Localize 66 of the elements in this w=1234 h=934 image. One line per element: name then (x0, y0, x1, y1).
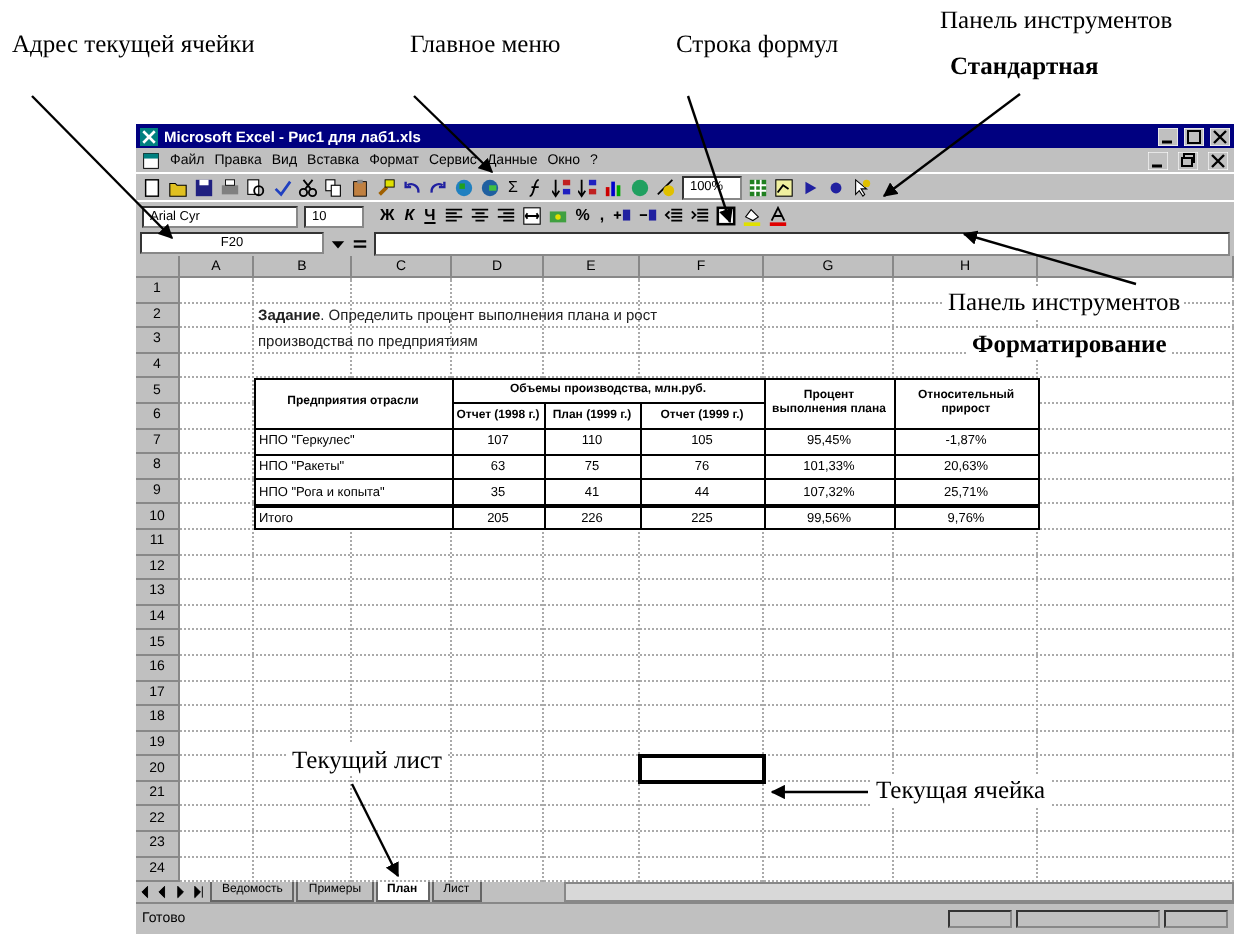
undo-icon[interactable] (402, 177, 422, 197)
annotation-arrow (882, 93, 1021, 197)
align-left-icon[interactable] (443, 206, 464, 226)
align-center-icon[interactable] (469, 206, 490, 226)
excel-logo-icon (140, 127, 158, 145)
bold-button[interactable]: Ж (378, 206, 397, 226)
minimize-button[interactable] (1158, 127, 1178, 145)
close-button[interactable] (1208, 151, 1228, 169)
workbook-icon[interactable] (142, 151, 160, 169)
help-pointer-icon[interactable] (851, 177, 872, 197)
annotation-label: Строка формул (676, 28, 839, 60)
edit-formula-icon[interactable] (352, 235, 368, 251)
redo-icon[interactable] (428, 177, 448, 197)
maximize-button[interactable] (1184, 127, 1204, 145)
close-button[interactable] (1210, 127, 1230, 145)
print-preview-icon[interactable] (246, 177, 266, 197)
bar-chart-icon[interactable] (603, 177, 624, 197)
italic-button[interactable]: К (402, 206, 417, 226)
annotation-label: Форматирование (968, 328, 1171, 360)
annotation-label: Текущая ячейка (872, 774, 1050, 806)
formula-input[interactable] (374, 231, 1230, 255)
printer-icon[interactable] (220, 177, 240, 197)
horizontal-scrollbar[interactable] (563, 882, 1234, 903)
annotation-arrow (686, 95, 733, 224)
drawing-icon[interactable] (655, 177, 676, 197)
decrease-indent-icon[interactable] (664, 206, 685, 226)
underline-button[interactable]: Ч (422, 206, 438, 226)
sort-descending-icon[interactable] (577, 177, 598, 197)
restore-button[interactable] (1178, 151, 1198, 169)
status-panel (1016, 910, 1160, 929)
align-right-icon[interactable] (495, 206, 516, 226)
play-icon[interactable] (799, 177, 820, 197)
grid-icon[interactable] (747, 177, 768, 197)
map-icon[interactable] (773, 177, 794, 197)
clipboard-icon[interactable] (350, 177, 370, 197)
increase-decimal-icon[interactable] (612, 206, 633, 226)
annotation-label: Стандартная (950, 50, 1099, 82)
folder-icon[interactable] (168, 177, 188, 197)
annotation-arrow (350, 783, 400, 878)
sheet-navigation-icon[interactable] (140, 884, 208, 901)
comma-style-button[interactable]: , (597, 206, 607, 226)
status-panel (948, 910, 1012, 929)
scissors-icon[interactable] (298, 177, 318, 197)
increase-indent-icon[interactable] (690, 206, 711, 226)
status-panel (1164, 910, 1228, 929)
dropdown-arrow-icon[interactable] (330, 235, 346, 251)
new-document-icon[interactable] (142, 177, 162, 197)
annotation-label: Текущий лист (288, 744, 446, 776)
annotation-label: Панель инструментов (944, 286, 1185, 318)
merge-center-icon[interactable] (521, 206, 542, 226)
current-cell-highlight[interactable] (638, 754, 766, 784)
font-color-icon[interactable] (768, 206, 789, 226)
stop-icon[interactable] (825, 177, 846, 197)
minimize-button[interactable] (1148, 151, 1168, 169)
paintbrush-icon[interactable] (376, 177, 396, 197)
copy-icon[interactable] (324, 177, 344, 197)
autosum-button[interactable]: Σ (506, 177, 520, 197)
annotation-label: Панель инструментов (940, 4, 1173, 36)
fill-color-icon[interactable] (742, 206, 763, 226)
sort-ascending-icon[interactable] (551, 177, 572, 197)
annotation-arrow (770, 784, 868, 800)
spelling-check-icon[interactable] (272, 177, 292, 197)
decrease-decimal-icon[interactable] (638, 206, 659, 226)
annotation-label: Главное меню (410, 28, 561, 60)
percent-button[interactable]: % (573, 206, 592, 226)
annotation-label: Адрес текущей ячейки (12, 28, 255, 60)
